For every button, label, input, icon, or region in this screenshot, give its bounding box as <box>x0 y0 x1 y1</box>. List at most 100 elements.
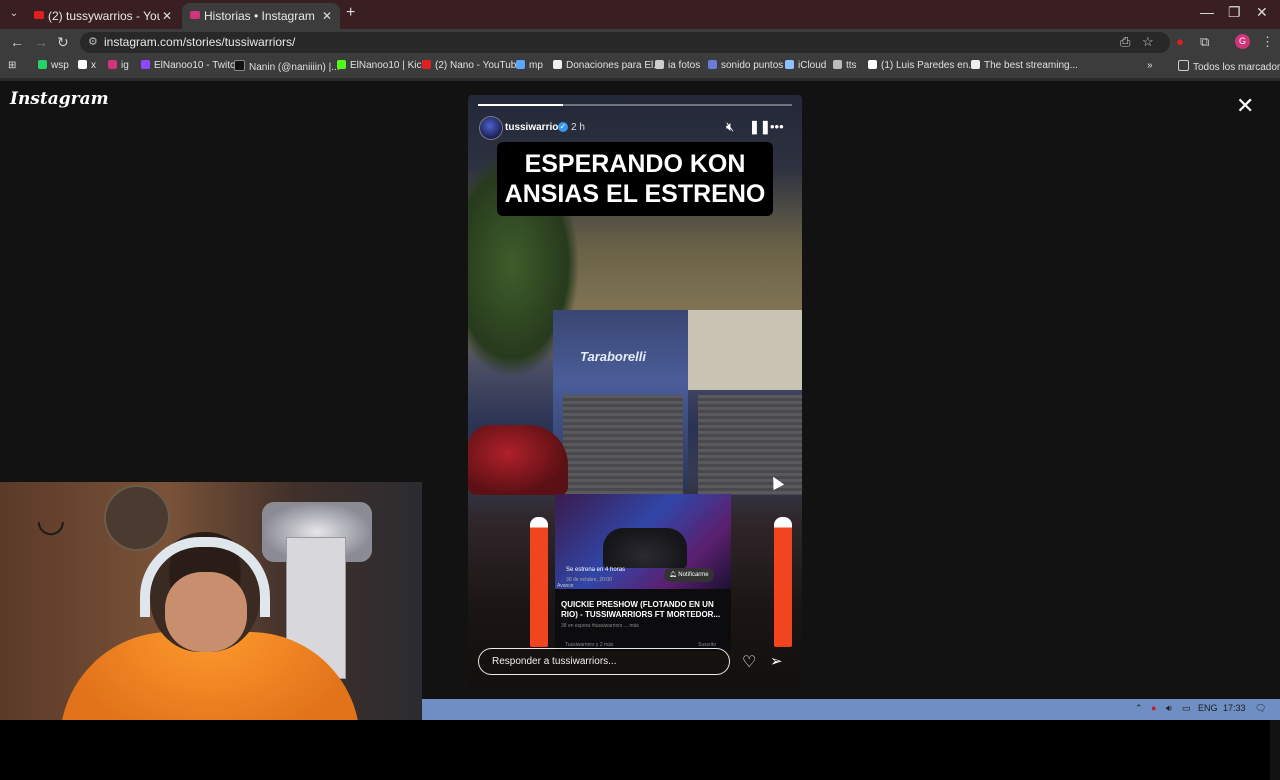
smiley-drawing: ◡ <box>36 501 66 539</box>
bookmark-label: ia fotos <box>668 60 701 71</box>
tab-close-icon[interactable]: ✕ <box>162 3 172 29</box>
site-info-icon[interactable]: ⚙ <box>88 35 98 48</box>
bookmark-item[interactable]: ElNanoo10 - Twitch <box>141 60 241 71</box>
window-close-icon[interactable]: ✕ <box>1256 4 1268 21</box>
back-icon[interactable]: ← <box>10 34 24 50</box>
webcam-overlay: ◡ <box>0 482 422 720</box>
avatar[interactable] <box>479 116 503 140</box>
address-bar: ← → ↻ ⚙ instagram.com/stories/tussiwarri… <box>0 29 1280 56</box>
heart-icon[interactable]: ♡ <box>742 652 756 672</box>
youtube-premiere-sticker[interactable]: Se estrena en 4 horas 30 de octubre, 20:… <box>555 494 731 651</box>
notify-button[interactable]: 🔔︎ Notificarme <box>664 568 714 582</box>
story-bg-shutter <box>563 395 683 495</box>
folder-icon <box>1178 60 1189 71</box>
language-indicator[interactable]: ENG <box>1198 703 1218 713</box>
streaming-icon <box>971 60 980 69</box>
more-options-icon[interactable]: ••• <box>770 119 784 134</box>
story-caption: ESPERANDO KON ANSIAS EL ESTRENO <box>497 142 773 216</box>
bookmark-item[interactable]: (2) Nano - YouTube <box>422 60 522 71</box>
preview-tag: Avance <box>557 583 574 589</box>
x-icon <box>78 60 87 69</box>
icloud-icon <box>785 60 794 69</box>
instagram-logo[interactable]: Instagram <box>10 89 109 109</box>
extension-icon[interactable]: ● <box>1176 34 1184 49</box>
bookmark-item[interactable]: wsp <box>38 60 69 71</box>
bookmark-item[interactable]: ia fotos <box>655 60 700 71</box>
bookmark-item[interactable]: x <box>78 60 96 71</box>
install-app-icon[interactable]: ⎙ <box>1120 34 1130 50</box>
bookmark-label: Nanin (@naniiiin) |... <box>249 62 340 73</box>
story-progress-bar <box>478 104 792 106</box>
tab-instagram[interactable]: Historias • Instagram ✕ <box>182 3 340 29</box>
volume-icon[interactable]: 🔊︎ <box>1166 703 1172 714</box>
instagram-icon <box>108 60 117 69</box>
profile-avatar[interactable]: G <box>1235 34 1250 49</box>
bookmark-item[interactable]: Donaciones para El... <box>553 60 662 71</box>
reply-placeholder: Responder a tussiwarriors... <box>492 656 617 667</box>
bookmark-label: ElNanoo10 | Kick <box>350 60 427 71</box>
reload-icon[interactable]: ↻ <box>57 34 69 51</box>
forward-icon[interactable]: → <box>34 34 48 50</box>
extensions-puzzle-icon[interactable]: ⧉ <box>1200 34 1209 50</box>
bookmark-item[interactable]: sonido puntos <box>708 60 783 71</box>
tab-close-icon[interactable]: ✕ <box>322 3 332 29</box>
instagram-icon <box>190 11 200 19</box>
story-viewer[interactable]: Taraborelli tussiwarriors ✓ 2 h 🔇︎ ❚❚ ••… <box>468 95 802 687</box>
tab-search-icon[interactable]: ⌄ <box>6 6 22 22</box>
clock[interactable]: 17:33 <box>1223 703 1246 713</box>
all-bookmarks[interactable]: Todos los marcadores <box>1178 60 1280 73</box>
bookmark-label: x <box>91 60 96 71</box>
tray-chevron-icon[interactable]: ⌃ <box>1135 703 1143 714</box>
scrollbar[interactable] <box>1270 162 1280 780</box>
caption-line: ESPERANDO KON <box>524 150 746 178</box>
caption-line: ANSIAS EL ESTRENO <box>504 180 766 208</box>
tts-icon <box>833 60 842 69</box>
bookmark-star-icon[interactable]: ☆ <box>1142 34 1154 50</box>
send-icon[interactable]: ➢ <box>770 652 783 670</box>
mirror <box>104 485 170 551</box>
restore-icon[interactable]: ❐ <box>1228 4 1241 21</box>
mute-icon[interactable]: 🔇︎ <box>726 119 734 135</box>
apps-icon[interactable]: ⊞ <box>8 60 16 71</box>
mercadopago-icon <box>516 60 525 69</box>
verified-icon: ✓ <box>558 122 568 132</box>
notifications-icon[interactable]: 🗨︎ <box>1255 703 1266 714</box>
tiktok-icon <box>234 60 245 71</box>
youtube-icon <box>422 60 431 69</box>
bookmark-label: Donaciones para El... <box>566 60 662 71</box>
bookmark-item[interactable]: mp <box>516 60 543 71</box>
story-bg-shutter <box>698 395 802 495</box>
premiere-label: Se estrena en 4 horas <box>566 567 626 573</box>
thumbnail-figures <box>603 528 687 568</box>
bookmark-item[interactable]: ElNanoo10 | Kick <box>337 60 427 71</box>
x-icon <box>868 60 877 69</box>
bookmark-item[interactable]: (1) Luis Paredes en... <box>868 60 977 71</box>
bookmark-label: wsp <box>51 60 69 71</box>
pause-icon[interactable]: ❚❚ <box>749 119 771 135</box>
bookmark-item[interactable]: The best streaming... <box>971 60 1078 71</box>
tray-app-icon[interactable]: ● <box>1151 703 1156 713</box>
bookmark-label: ElNanoo10 - Twitch <box>154 60 241 71</box>
network-icon[interactable]: ▭ <box>1182 703 1191 714</box>
minimize-icon[interactable]: — <box>1200 4 1214 20</box>
notify-label: Notificarme <box>678 572 709 578</box>
story-bg-cone <box>530 517 548 647</box>
bookmark-item[interactable]: iCloud <box>785 60 826 71</box>
tab-title: Historias • Instagram <box>204 9 315 23</box>
story-bg-car <box>468 425 568 495</box>
tab-youtube[interactable]: (2) tussywarrios - YouTube ✕ <box>26 3 180 29</box>
story-bg-cone <box>774 517 792 647</box>
bookmarks-bar: ⊞ wsp x ig ElNanoo10 - Twitch Nanin (@na… <box>0 56 1280 78</box>
close-story-icon[interactable]: ✕ <box>1236 93 1254 119</box>
bookmark-item[interactable]: ig <box>108 60 129 71</box>
new-tab-button[interactable]: + <box>346 4 355 22</box>
menu-kebab-icon[interactable]: ⋮ <box>1261 34 1274 50</box>
story-progress-fill <box>478 104 563 106</box>
more-bookmarks-icon[interactable]: » <box>1147 60 1153 71</box>
reply-input[interactable]: Responder a tussiwarriors... <box>478 648 730 675</box>
bookmark-label: iCloud <box>798 60 827 71</box>
omnibox[interactable]: ⚙ instagram.com/stories/tussiwarriors/ <box>80 32 1170 53</box>
url-text[interactable]: instagram.com/stories/tussiwarriors/ <box>104 35 295 49</box>
bookmark-item[interactable]: tts <box>833 60 857 71</box>
bookmark-item[interactable]: Nanin (@naniiiin) |... <box>234 60 340 73</box>
